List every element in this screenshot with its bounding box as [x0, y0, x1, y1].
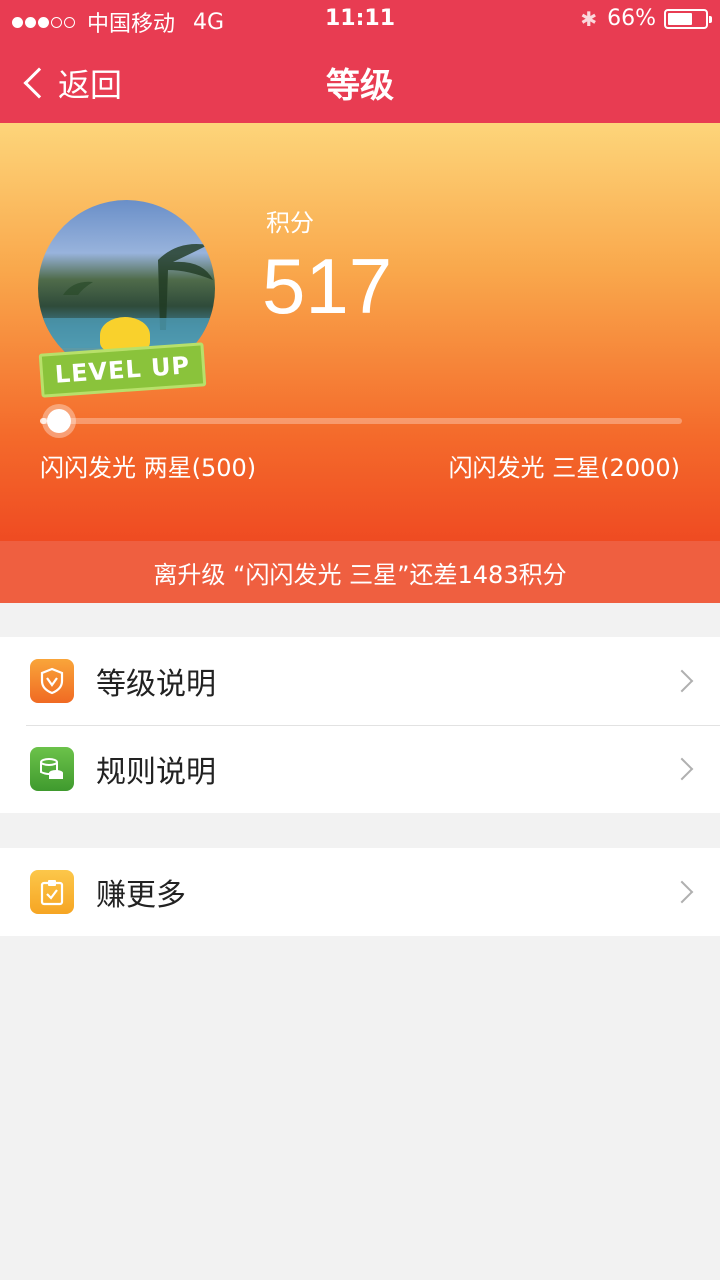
battery-percent: 66%	[607, 6, 656, 31]
nav-bar: 返回 等级	[0, 40, 720, 123]
upgrade-hint-text: 离升级 “闪闪发光 三星”还差1483积分	[153, 560, 567, 589]
shield-icon	[30, 659, 74, 703]
battery-icon	[664, 8, 712, 29]
level-hero: LEVEL UP 积分 517 闪闪发光 两星(500) 闪闪发光 三星(200…	[0, 123, 720, 541]
battery-fill	[668, 12, 692, 25]
level-progress-track	[40, 418, 682, 424]
rules-description-row[interactable]: 规则说明	[0, 725, 720, 813]
level-description-row[interactable]: 等级说明	[0, 637, 720, 725]
status-right: ✱ 66%	[580, 6, 712, 31]
earn-more-label: 赚更多	[96, 878, 186, 913]
coins-icon	[30, 747, 74, 791]
clipboard-check-icon	[30, 870, 74, 914]
next-level-label: 闪闪发光 三星(2000)	[448, 454, 680, 482]
chevron-right-icon	[670, 669, 694, 693]
level-description-label: 等级说明	[96, 667, 216, 702]
bluetooth-icon: ✱	[580, 6, 598, 31]
upgrade-hint-banner: 离升级 “闪闪发光 三星”还差1483积分	[0, 541, 720, 603]
earn-more-row[interactable]: 赚更多	[0, 848, 720, 936]
level-progress-knob	[47, 409, 72, 433]
score-value: 517	[262, 242, 393, 330]
chevron-right-icon	[670, 880, 694, 904]
page-title: 等级	[326, 66, 394, 106]
chevron-right-icon	[670, 757, 694, 781]
earn-menu-group: 赚更多	[0, 848, 720, 936]
current-level-label: 闪闪发光 两星(500)	[40, 454, 257, 482]
score-label: 积分	[266, 209, 314, 237]
level-up-text: LEVEL UP	[53, 351, 191, 389]
status-bar: 中国移动 4G 11:11 ✱ 66%	[0, 0, 720, 40]
level-progress-fill	[40, 418, 48, 424]
rules-description-label: 规则说明	[96, 755, 216, 790]
info-menu-group: 等级说明 规则说明	[0, 637, 720, 813]
